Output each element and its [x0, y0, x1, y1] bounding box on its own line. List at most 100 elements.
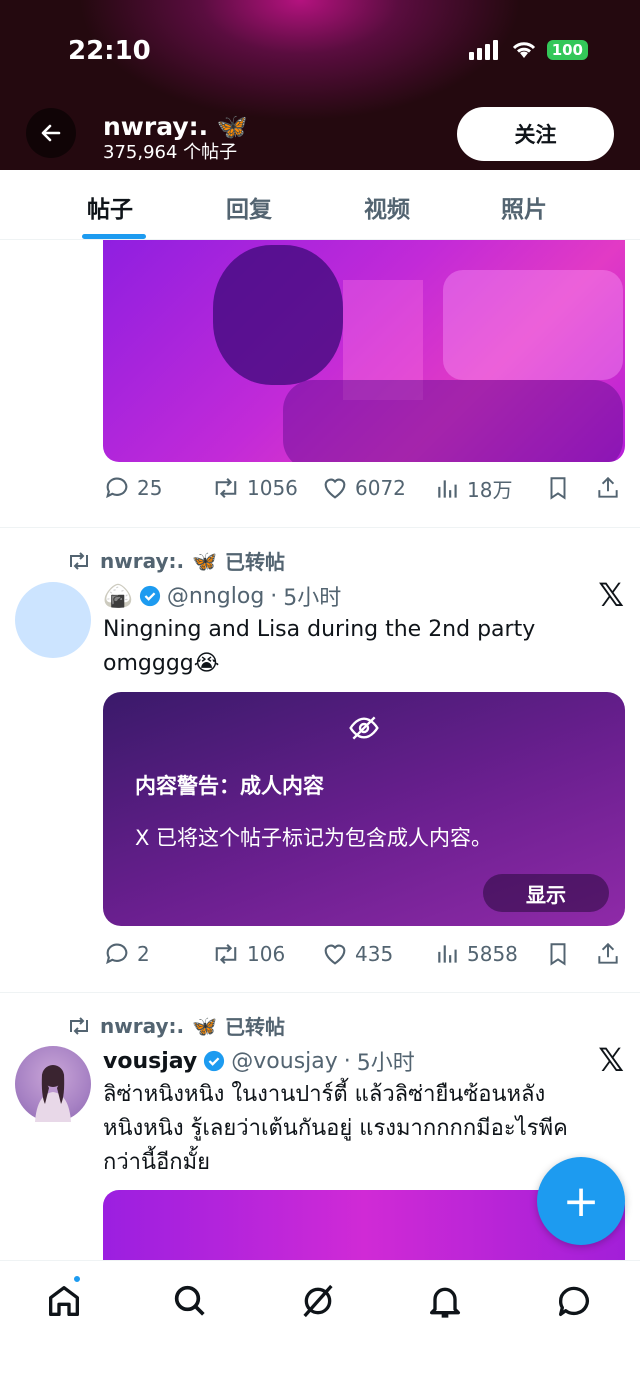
home-icon — [49, 1286, 80, 1316]
battery-indicator: 100 — [546, 40, 588, 60]
tweet-header: 🍙 @nnglog · 5小时 — [103, 580, 341, 612]
tweet-header: vousjay @vousjay · 5小时 — [103, 1045, 415, 1077]
active-tab-indicator — [82, 234, 146, 239]
repost-icon — [70, 551, 88, 570]
search-icon — [174, 1285, 205, 1316]
heart-icon — [324, 944, 346, 965]
reply-count: 2 — [137, 942, 150, 966]
like-count: 435 — [355, 942, 394, 966]
profile-header: 22:10 100 nwray:. 🦋 375,964 个帖子 关注 — [0, 0, 640, 170]
like-button[interactable]: 435 — [321, 940, 393, 968]
show-button[interactable]: 显示 — [483, 874, 609, 912]
reply-button[interactable]: 2 — [103, 940, 150, 968]
compose-post-button[interactable]: + — [537, 1157, 625, 1245]
nav-messages[interactable] — [554, 1281, 594, 1321]
separator-dot: · — [343, 1048, 351, 1074]
tab-posts[interactable]: 帖子 — [87, 190, 133, 224]
bookmark-icon — [550, 943, 566, 966]
repost-label: 已转帖 — [225, 1015, 285, 1039]
like-button[interactable]: 6072 — [321, 474, 406, 502]
bookmark-button[interactable] — [545, 940, 571, 968]
home-notification-dot — [72, 1274, 82, 1284]
views-button[interactable]: 18万 — [435, 474, 512, 503]
bottom-navigation — [0, 1260, 640, 1392]
status-time: 22:10 — [68, 36, 151, 66]
reply-button[interactable]: 25 — [103, 474, 162, 502]
x-logo-icon[interactable]: 𝕏 — [598, 576, 624, 614]
reply-count: 25 — [137, 476, 163, 500]
repost-icon — [70, 1016, 88, 1035]
views-count: 18万 — [467, 478, 513, 502]
sensitive-content-card: 内容警告：成人内容 X 已将这个帖子标记为包含成人内容。 显示 — [103, 692, 625, 926]
repost-button[interactable]: 1056 — [211, 474, 298, 502]
tab-replies[interactable]: 回复 — [226, 190, 272, 224]
share-button[interactable] — [595, 474, 621, 502]
like-count: 6072 — [355, 476, 406, 500]
bell-icon — [430, 1287, 460, 1318]
repost-button[interactable]: 106 — [211, 940, 285, 968]
avatar[interactable] — [15, 582, 91, 658]
tweet-actions: 2 106 435 5858 — [103, 940, 625, 974]
back-button[interactable] — [26, 108, 76, 158]
profile-name-text: nwray:. — [103, 112, 209, 141]
share-button[interactable] — [595, 940, 621, 968]
tweet-text: Ningning and Lisa during the 2nd party o… — [103, 617, 536, 676]
tweet-handle[interactable]: @nnglog — [167, 584, 264, 609]
share-icon — [598, 476, 618, 498]
tweet-actions: 25 1056 6072 18万 — [103, 474, 625, 508]
avatar[interactable] — [15, 1046, 91, 1122]
verified-badge-icon — [204, 1050, 225, 1072]
profile-page: 22:10 100 nwray:. 🦋 375,964 个帖子 关注 帖子 回复… — [0, 0, 640, 1392]
divider — [0, 527, 640, 528]
repost-indicator: nwray:. 🦋 已转帖 — [66, 546, 285, 575]
nav-home[interactable] — [44, 1281, 84, 1321]
butterfly-icon: 🦋 — [216, 112, 248, 141]
repost-user[interactable]: nwray:. — [100, 1014, 184, 1038]
tweet-media-image[interactable] — [103, 240, 625, 462]
eye-slash-icon — [349, 716, 379, 740]
bookmark-icon — [550, 477, 566, 500]
repost-label: 已转帖 — [225, 550, 285, 574]
post-count: 375,964 个帖子 — [103, 142, 238, 163]
nav-search[interactable] — [170, 1281, 210, 1321]
verified-badge-icon — [139, 585, 160, 607]
tab-photos[interactable]: 照片 — [501, 190, 547, 224]
arrow-left-icon — [41, 124, 61, 142]
views-icon — [438, 479, 457, 498]
views-count: 5858 — [467, 942, 518, 966]
share-icon — [598, 942, 618, 964]
tweet-handle[interactable]: @vousjay — [231, 1049, 338, 1074]
butterfly-icon: 🦋 — [192, 1013, 217, 1038]
wifi-icon — [512, 42, 535, 58]
repost-user[interactable]: nwray:. — [100, 549, 184, 573]
views-button[interactable]: 5858 — [435, 940, 518, 968]
nav-grok[interactable] — [298, 1281, 338, 1321]
tweet-time[interactable]: 5小时 — [283, 580, 341, 612]
x-logo-icon[interactable]: 𝕏 — [598, 1041, 624, 1079]
nav-notifications[interactable] — [425, 1281, 465, 1321]
butterfly-icon: 🦋 — [192, 548, 217, 573]
separator-dot: · — [270, 583, 278, 609]
follow-button[interactable]: 关注 — [457, 107, 614, 161]
warning-body: X 已将这个帖子标记为包含成人内容。 — [135, 826, 493, 850]
signal-icon — [468, 40, 498, 60]
bookmark-button[interactable] — [545, 474, 571, 502]
onigiri-icon[interactable]: 🍙 — [103, 582, 133, 610]
repost-count: 106 — [247, 942, 286, 966]
divider — [0, 992, 640, 993]
reply-icon — [106, 477, 128, 499]
profile-tabs: 帖子 回复 视频 照片 — [0, 170, 640, 240]
repost-count: 1056 — [247, 476, 298, 500]
repost-icon — [215, 944, 237, 964]
tweet-time[interactable]: 5小时 — [357, 1045, 415, 1077]
repost-icon — [215, 478, 237, 498]
repost-indicator: nwray:. 🦋 已转帖 — [66, 1011, 285, 1040]
status-icons: 100 — [468, 40, 588, 60]
grok-icon — [303, 1284, 333, 1318]
warning-title: 内容警告：成人内容 — [135, 774, 324, 798]
tweet-author-name[interactable]: vousjay — [103, 1049, 197, 1074]
chat-bubble-icon — [558, 1286, 589, 1316]
tweet-text: ลิซ่าหนิงหนิง ในงานปาร์ตี้ แล้วลิซ่ายืนซ… — [103, 1082, 568, 1175]
tab-videos[interactable]: 视频 — [364, 190, 410, 224]
views-icon — [438, 945, 457, 963]
